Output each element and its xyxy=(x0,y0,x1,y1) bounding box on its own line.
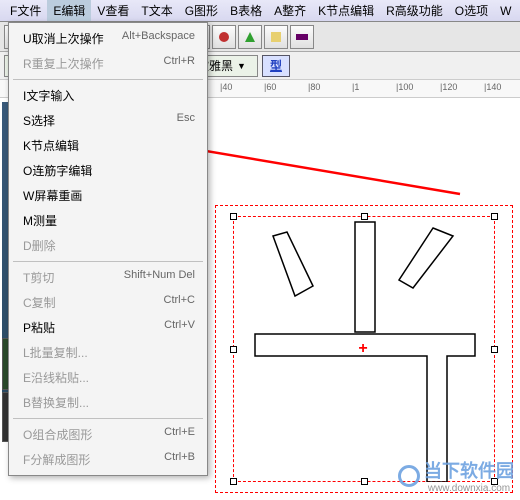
menu-item-label: D删除 xyxy=(23,237,56,254)
ruler-tick: |60 xyxy=(264,82,276,92)
menu-item[interactable]: K节点编辑 xyxy=(9,133,207,158)
menu-item-label: O组合成图形 xyxy=(23,426,92,443)
ruler-tick: |140 xyxy=(484,82,501,92)
menu-item-shortcut: Shift+Num Del xyxy=(124,269,195,286)
menu-item: F分解成图形 Ctrl+B xyxy=(9,447,207,472)
menu-item-label: M测量 xyxy=(23,212,57,229)
watermark-logo-icon xyxy=(398,465,420,487)
tool-e-button[interactable] xyxy=(290,25,314,49)
ruler-tick: |1 xyxy=(352,82,359,92)
edit-menu-dropdown: U取消上次操作 Alt+Backspace R重复上次操作 Ctrl+R I文字输入 S选… xyxy=(8,22,208,476)
menu-item[interactable]: I文字输入 xyxy=(9,83,207,108)
menu-item-label: R重复上次操作 xyxy=(23,55,104,72)
menu-separator xyxy=(13,418,203,419)
menu-item[interactable]: U取消上次操作 Alt+Backspace xyxy=(9,26,207,51)
menu-item[interactable]: O连筋字编辑 xyxy=(9,158,207,183)
menu-item: D删除 xyxy=(9,233,207,258)
menu-item[interactable]: G图形 xyxy=(179,0,224,21)
menu-item: B替换复制... xyxy=(9,390,207,415)
menu-item: E沿线粘贴... xyxy=(9,365,207,390)
tool-d-button[interactable] xyxy=(264,25,288,49)
menu-item-label: P粘贴 xyxy=(23,319,55,336)
character-outline xyxy=(233,216,495,482)
ruler-tick: |40 xyxy=(220,82,232,92)
menu-item-shortcut: Ctrl+C xyxy=(164,294,195,311)
ruler-tick: |100 xyxy=(396,82,413,92)
menu-item[interactable]: O选项 xyxy=(449,0,494,21)
menu-item-label: B替换复制... xyxy=(23,394,89,411)
menu-item-shortcut: Esc xyxy=(177,112,195,129)
menu-item-label: I文字输入 xyxy=(23,87,74,104)
menu-item[interactable]: T文本 xyxy=(135,0,178,21)
menu-item[interactable]: A整齐 xyxy=(268,0,312,21)
menu-bar: F文件E编辑V查看T文本G图形B表格A整齐K节点编辑R高级功能O选项W xyxy=(0,0,520,22)
menu-item-shortcut: Ctrl+B xyxy=(164,451,195,468)
menu-item-shortcut: Ctrl+V xyxy=(164,319,195,336)
tool-b-button[interactable] xyxy=(212,25,236,49)
menu-item-label: K节点编辑 xyxy=(23,137,79,154)
menu-item[interactable]: F文件 xyxy=(4,0,47,21)
watermark: 当下软件园 www.downxia.com xyxy=(398,457,514,494)
menu-item-shortcut: Ctrl+E xyxy=(164,426,195,443)
menu-item[interactable]: S选择 Esc xyxy=(9,108,207,133)
menu-item: C复制 Ctrl+C xyxy=(9,290,207,315)
menu-item-shortcut: Alt+Backspace xyxy=(122,30,195,47)
type-label: 型 xyxy=(270,57,282,74)
menu-item[interactable]: E编辑 xyxy=(47,0,91,21)
watermark-brand: 当下软件园 xyxy=(424,457,514,483)
chevron-down-icon: ▼ xyxy=(237,61,246,71)
type-button[interactable]: 型 xyxy=(262,55,290,77)
menu-item: L批量复制... xyxy=(9,340,207,365)
menu-separator xyxy=(13,79,203,80)
menu-item[interactable]: P粘贴 Ctrl+V xyxy=(9,315,207,340)
menu-item-label: E沿线粘贴... xyxy=(23,369,89,386)
ruler-tick: |80 xyxy=(308,82,320,92)
menu-item[interactable]: K节点编辑 xyxy=(312,0,380,21)
menu-item[interactable]: W xyxy=(494,0,517,21)
menu-item[interactable]: M测量 xyxy=(9,208,207,233)
menu-item-label: W屏幕重画 xyxy=(23,187,82,204)
menu-item: R重复上次操作 Ctrl+R xyxy=(9,51,207,76)
menu-item-label: F分解成图形 xyxy=(23,451,90,468)
menu-item-label: L批量复制... xyxy=(23,344,88,361)
watermark-url: www.downxia.com xyxy=(424,483,514,494)
menu-item-label: U取消上次操作 xyxy=(23,30,104,47)
menu-item[interactable]: V查看 xyxy=(91,0,135,21)
menu-item[interactable]: R高级功能 xyxy=(380,0,449,21)
menu-item[interactable]: B表格 xyxy=(224,0,268,21)
menu-item[interactable]: W屏幕重画 xyxy=(9,183,207,208)
menu-item: T剪切 Shift+Num Del xyxy=(9,265,207,290)
ruler-tick: |120 xyxy=(440,82,457,92)
menu-item-label: O连筋字编辑 xyxy=(23,162,92,179)
menu-item-label: T剪切 xyxy=(23,269,54,286)
menu-item-shortcut: Ctrl+R xyxy=(164,55,195,72)
menu-separator xyxy=(13,261,203,262)
menu-item-label: C复制 xyxy=(23,294,56,311)
tool-c-button[interactable] xyxy=(238,25,262,49)
menu-item: O组合成图形 Ctrl+E xyxy=(9,422,207,447)
menu-item-label: S选择 xyxy=(23,112,55,129)
